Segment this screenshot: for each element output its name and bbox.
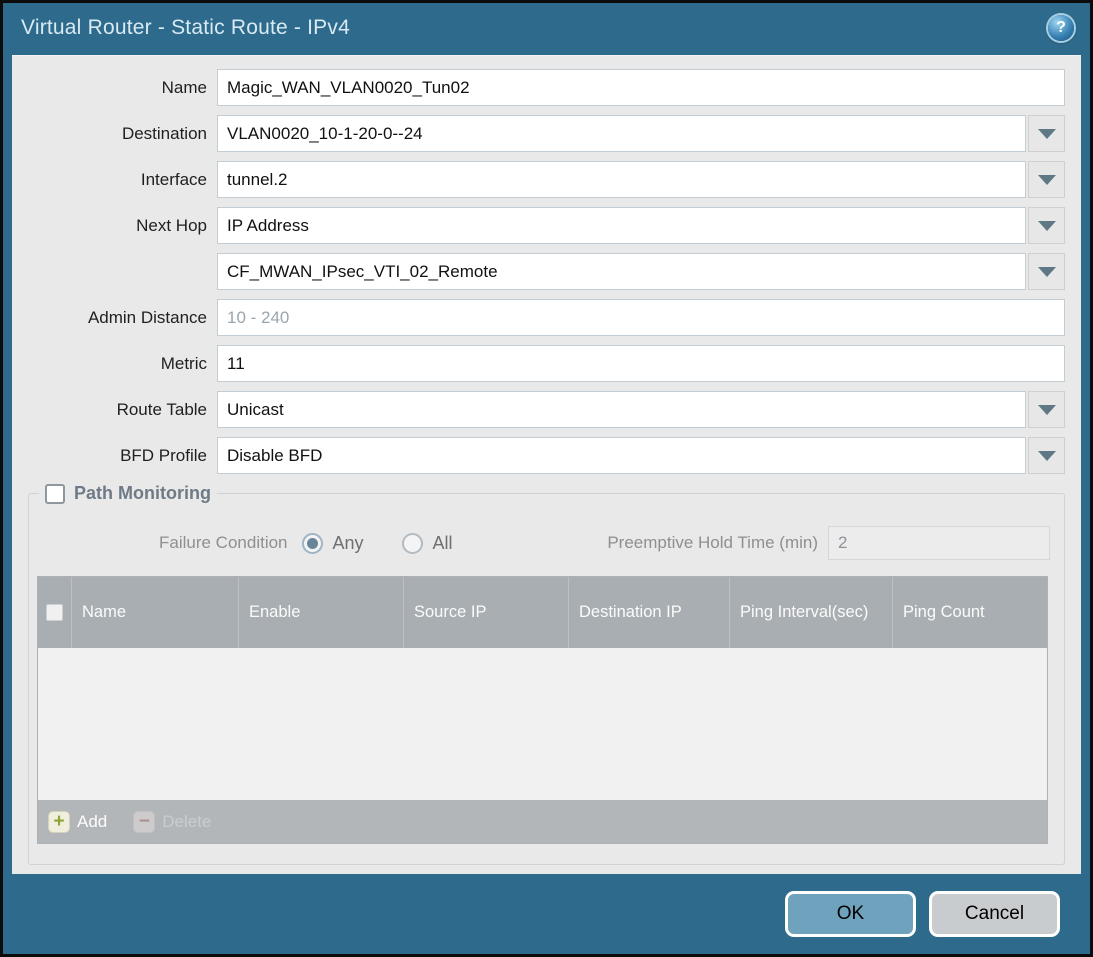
add-button[interactable]: + Add — [48, 811, 107, 833]
radio-icon — [302, 533, 323, 554]
bfd-profile-input[interactable] — [217, 437, 1026, 474]
radio-icon — [402, 533, 423, 554]
chevron-down-icon — [1038, 175, 1056, 185]
question-mark-glyph: ? — [1056, 20, 1066, 36]
route-table-label: Route Table — [12, 400, 217, 420]
name-row: Name — [12, 69, 1065, 106]
name-label: Name — [12, 78, 217, 98]
column-header-ping-count[interactable]: Ping Count — [893, 577, 1047, 648]
add-label: Add — [77, 812, 107, 832]
chevron-down-icon — [1038, 451, 1056, 461]
dialog-title: Virtual Router - Static Route - IPv4 — [21, 16, 350, 40]
radio-all-label: All — [433, 533, 453, 554]
table-body-empty — [38, 648, 1047, 800]
interface-label: Interface — [12, 170, 217, 190]
chevron-down-icon — [1038, 267, 1056, 277]
next-hop-label: Next Hop — [12, 216, 217, 236]
bfd-profile-row: BFD Profile — [12, 437, 1065, 474]
next-hop-address-input[interactable] — [217, 253, 1026, 290]
column-header-enable[interactable]: Enable — [239, 577, 404, 648]
column-header-name[interactable]: Name — [72, 577, 239, 648]
next-hop-address-dropdown-button[interactable] — [1028, 253, 1065, 290]
next-hop-type-input[interactable] — [217, 207, 1026, 244]
name-input[interactable] — [217, 69, 1065, 106]
destination-row: Destination — [12, 115, 1065, 152]
destination-dropdown-button[interactable] — [1028, 115, 1065, 152]
chevron-down-icon — [1038, 129, 1056, 139]
column-header-destination-ip[interactable]: Destination IP — [569, 577, 730, 648]
add-plus-icon: + — [48, 811, 70, 833]
route-table-input[interactable] — [217, 391, 1026, 428]
ok-button[interactable]: OK — [785, 891, 916, 937]
path-monitoring-table: Name Enable Source IP Destination IP Pin… — [37, 576, 1048, 844]
dialog-footer: OK Cancel — [3, 874, 1090, 954]
column-header-ping-interval[interactable]: Ping Interval(sec) — [730, 577, 893, 648]
preemptive-hold-time-input[interactable] — [828, 526, 1050, 560]
preemptive-hold-time-label: Preemptive Hold Time (min) — [607, 533, 818, 553]
interface-input[interactable] — [217, 161, 1026, 198]
chevron-down-icon — [1038, 405, 1056, 415]
metric-row: Metric — [12, 345, 1065, 382]
help-icon[interactable]: ? — [1048, 15, 1074, 41]
select-all-checkbox[interactable] — [46, 604, 63, 621]
delete-button[interactable]: − Delete — [133, 811, 211, 833]
path-monitoring-checkbox[interactable] — [45, 484, 65, 504]
table-toolbar: + Add − Delete — [38, 800, 1047, 843]
dialog-window: Virtual Router - Static Route - IPv4 ? N… — [3, 3, 1090, 954]
path-monitoring-legend: Path Monitoring — [39, 483, 217, 504]
cancel-button[interactable]: Cancel — [929, 891, 1060, 937]
failure-condition-label: Failure Condition — [159, 533, 288, 553]
delete-minus-icon: − — [133, 811, 155, 833]
radio-any-label: Any — [333, 533, 364, 554]
interface-row: Interface — [12, 161, 1065, 198]
column-header-source-ip[interactable]: Source IP — [404, 577, 569, 648]
path-monitoring-section: Path Monitoring Failure Condition Any Al… — [28, 483, 1065, 865]
next-hop-address-row — [12, 253, 1065, 290]
admin-distance-label: Admin Distance — [12, 308, 217, 328]
chevron-down-icon — [1038, 221, 1056, 231]
path-monitoring-title: Path Monitoring — [74, 483, 211, 504]
delete-label: Delete — [162, 812, 211, 832]
admin-distance-input[interactable] — [217, 299, 1065, 336]
next-hop-type-dropdown-button[interactable] — [1028, 207, 1065, 244]
metric-input[interactable] — [217, 345, 1065, 382]
failure-condition-any-radio[interactable]: Any — [302, 533, 364, 554]
admin-distance-row: Admin Distance — [12, 299, 1065, 336]
route-table-dropdown-button[interactable] — [1028, 391, 1065, 428]
title-bar: Virtual Router - Static Route - IPv4 ? — [3, 3, 1090, 53]
table-header-row: Name Enable Source IP Destination IP Pin… — [38, 577, 1047, 648]
dialog-body: Name Destination Interface Next Hop — [12, 55, 1081, 874]
destination-label: Destination — [12, 124, 217, 144]
failure-condition-all-radio[interactable]: All — [402, 533, 453, 554]
next-hop-row: Next Hop — [12, 207, 1065, 244]
interface-dropdown-button[interactable] — [1028, 161, 1065, 198]
destination-input[interactable] — [217, 115, 1026, 152]
static-route-form: Name Destination Interface Next Hop — [12, 56, 1081, 474]
route-table-row: Route Table — [12, 391, 1065, 428]
metric-label: Metric — [12, 354, 217, 374]
bfd-profile-dropdown-button[interactable] — [1028, 437, 1065, 474]
bfd-profile-label: BFD Profile — [12, 446, 217, 466]
failure-condition-row: Failure Condition Any All Preemptive Hol… — [37, 526, 1050, 560]
select-all-cell — [38, 577, 72, 648]
